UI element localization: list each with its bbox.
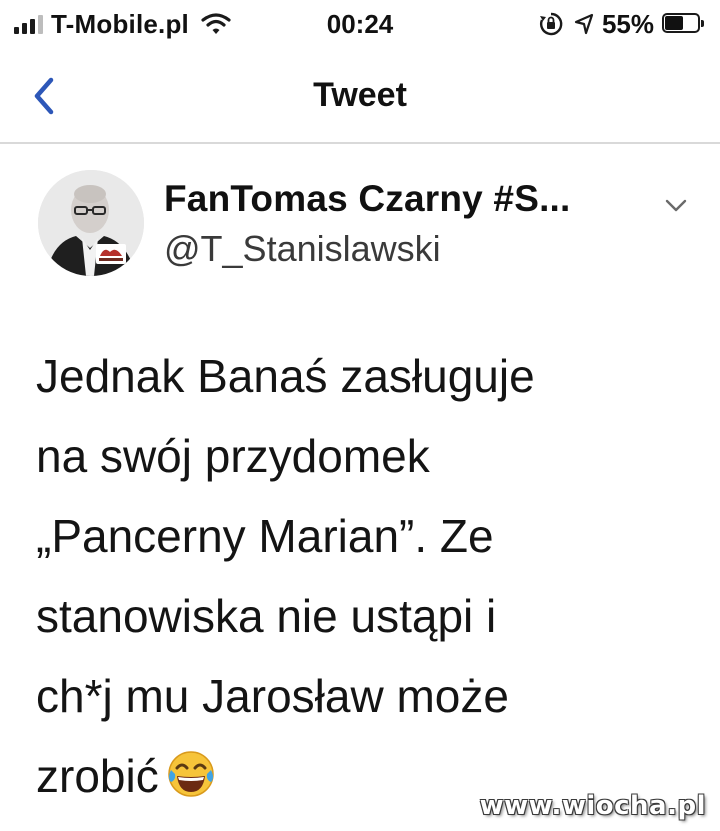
status-bar: T-Mobile.pl 00:24 55% <box>0 0 720 48</box>
tweet-text-line: na swój przydomek <box>36 430 430 482</box>
page-title: Tweet <box>313 76 407 114</box>
username[interactable]: @T_Stanislawski <box>164 228 441 270</box>
face-with-tears-of-joy-icon <box>167 751 214 797</box>
tweet-text-line: „Pancerny Marian”. Ze <box>36 510 494 562</box>
chevron-down-icon <box>665 199 687 212</box>
avatar-image <box>38 170 144 276</box>
tweet-options-button[interactable] <box>660 190 692 222</box>
status-right: 55% <box>538 8 706 40</box>
location-icon <box>574 13 594 35</box>
battery-icon <box>662 13 706 35</box>
tweet-text-fragment: zrobić <box>36 750 159 802</box>
lock-rotation-icon <box>539 12 563 36</box>
nav-bar: Tweet <box>0 48 720 144</box>
watermark: www.wiocha.pl <box>479 791 706 821</box>
battery-percent: 55% <box>601 8 654 39</box>
display-name[interactable]: FanTomas Czarny #S... <box>164 178 571 220</box>
tweet-text: Jednak Banaś zasługuje na swój przydomek… <box>36 336 716 816</box>
tweet-text-line: ch*j mu Jarosław może <box>36 670 509 722</box>
tweet-text-line: Jednak Banaś zasługuje <box>36 350 535 402</box>
avatar[interactable] <box>38 170 144 276</box>
tweet-text-line: stanowiska nie ustąpi i <box>36 590 497 642</box>
tweet-header: FanTomas Czarny #S... @T_Stanislawski <box>0 144 720 294</box>
